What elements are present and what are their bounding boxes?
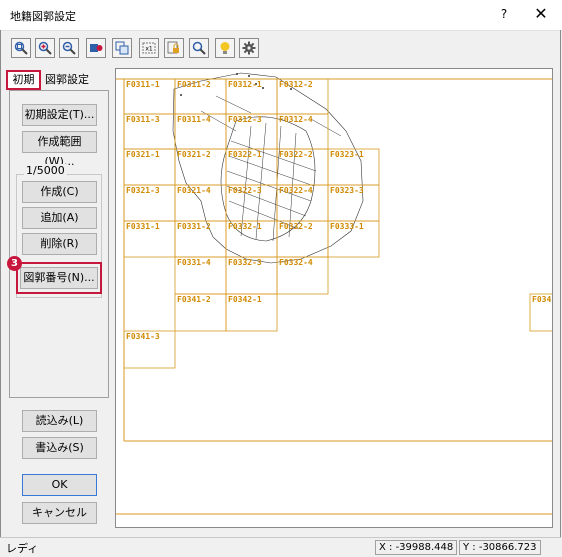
tab-sheet-settings[interactable]: 図郭設定: [44, 71, 90, 89]
sheet-label: F0311-1: [126, 80, 160, 89]
find-icon[interactable]: [189, 38, 209, 58]
gear-icon[interactable]: [239, 38, 259, 58]
status-text: レディ: [6, 542, 39, 555]
callout-badge: 3: [7, 256, 22, 271]
ok-button[interactable]: OK: [22, 474, 97, 496]
sheet-label: F0331-2: [177, 222, 211, 231]
highlight-frame: [16, 262, 102, 294]
initial-settings-button[interactable]: 初期設定(T)...: [22, 104, 97, 126]
sheet-label: F0322-4: [279, 186, 313, 195]
sheet-label: F0341-3: [126, 332, 160, 341]
sheet-label: F0312-4: [279, 115, 313, 124]
sheet-label: F0311-3: [126, 115, 160, 124]
sheet-label: F0332-2: [279, 222, 313, 231]
map-canvas[interactable]: F0311-1 F0311-2 F0312-1 F0312-2 F0311-3 F0311…: [115, 68, 553, 528]
x-coordinate: X : -39988.448: [375, 540, 457, 555]
layer-icon[interactable]: [86, 38, 106, 58]
sheet-label: F0322-2: [279, 150, 313, 159]
map-drawing: F0311-1 F0311-2 F0312-1 F0312-2 F0311-3 F0311…: [116, 72, 552, 515]
y-coordinate: Y : -30866.723: [459, 540, 541, 555]
sheet-label: F0331-1: [126, 222, 160, 231]
scale-icon[interactable]: x1: [139, 38, 159, 58]
tab-initial[interactable]: 初期: [6, 70, 41, 90]
zoom-out-icon[interactable]: [59, 38, 79, 58]
sheet-label: F0331-4: [177, 258, 211, 267]
sheet-label: F0341-2: [177, 295, 211, 304]
load-button[interactable]: 読込み(L): [22, 410, 97, 432]
sheet-label: F0312-1: [228, 80, 262, 89]
sheet-label: F0321-2: [177, 150, 211, 159]
sheet-label: F0342-1: [228, 295, 262, 304]
lightbulb-icon[interactable]: [215, 38, 235, 58]
sheet-label: F0322-1: [228, 150, 262, 159]
title-bar: [0, 0, 562, 31]
sheet-label: F034: [532, 295, 551, 304]
sheet-label: F0332-4: [279, 258, 313, 267]
sheet-label: F0312-3: [228, 115, 262, 124]
zoom-extents-icon[interactable]: [11, 38, 31, 58]
copy-icon[interactable]: [112, 38, 132, 58]
add-button[interactable]: 追加(A): [22, 207, 97, 229]
scale-label: 1/5000: [24, 164, 67, 177]
cancel-button[interactable]: キャンセル: [22, 502, 97, 524]
window-title: 地籍図郭設定: [10, 10, 76, 23]
lock-icon[interactable]: [164, 38, 184, 58]
sheet-label: F0321-1: [126, 150, 160, 159]
help-button[interactable]: ?: [493, 4, 515, 24]
creation-range-button[interactable]: 作成範囲(W)...: [22, 131, 97, 168]
sheet-label: F0332-3: [228, 258, 262, 267]
sheet-label: F0311-4: [177, 115, 211, 124]
sheet-label: F0312-2: [279, 80, 313, 89]
sheet-label: F0332-1: [228, 222, 262, 231]
sheet-label: F0323-3: [330, 186, 364, 195]
sheet-label: F0323-1: [330, 150, 364, 159]
svg-text:x1: x1: [145, 46, 153, 53]
close-button[interactable]: ✕: [530, 4, 552, 24]
sheet-label: F0322-3: [228, 186, 262, 195]
delete-button[interactable]: 削除(R): [22, 233, 97, 255]
sheet-label: F0333-1: [330, 222, 364, 231]
sheet-label: F0311-2: [177, 80, 211, 89]
create-button[interactable]: 作成(C): [22, 181, 97, 203]
sheet-label: F0321-3: [126, 186, 160, 195]
sheet-label: F0321-4: [177, 186, 211, 195]
save-button[interactable]: 書込み(S): [22, 437, 97, 459]
zoom-in-icon[interactable]: [35, 38, 55, 58]
